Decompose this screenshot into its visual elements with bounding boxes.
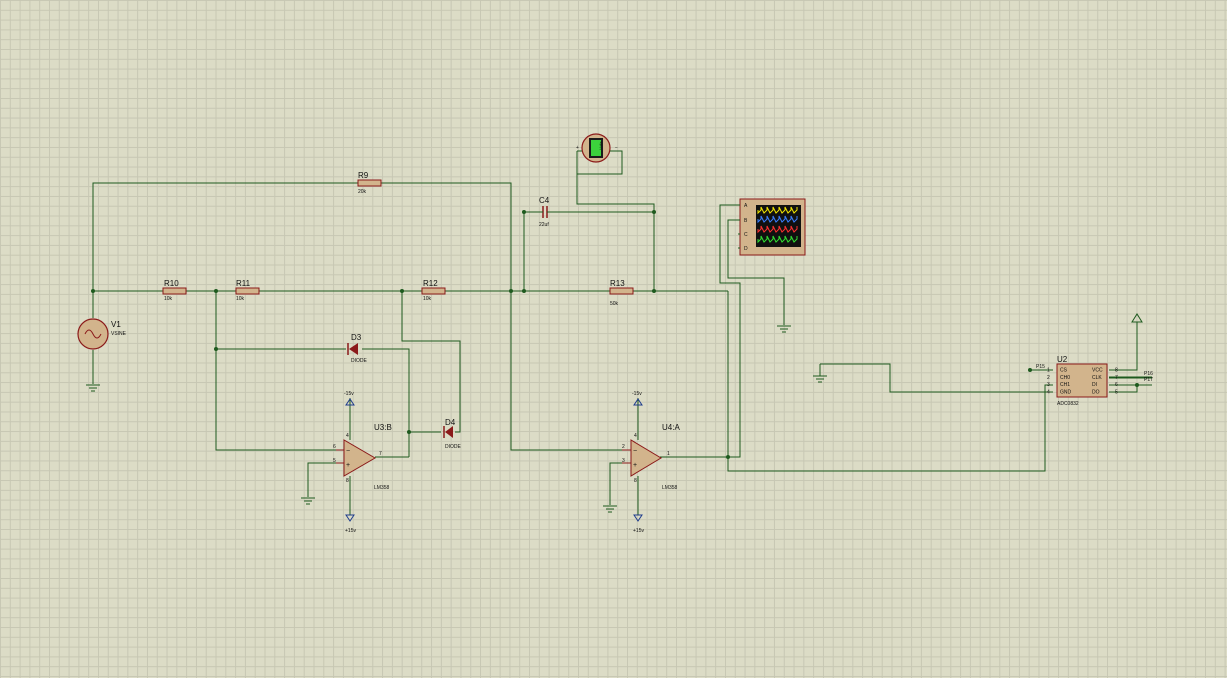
u3-pos-supply: +15v: [345, 528, 356, 534]
adc-pin-number: 6: [1115, 382, 1118, 388]
adc-pin-number: 1: [1047, 368, 1050, 374]
ground-icon: [777, 325, 791, 333]
net-label-p15: P15: [1036, 364, 1045, 370]
u3-plus: +: [346, 462, 350, 469]
d4-ref: D4: [445, 418, 456, 427]
capacitor-c4[interactable]: C4 22uf: [538, 196, 550, 228]
u4-neg-supply: -15v: [632, 391, 642, 397]
u4-pin: 2: [622, 444, 625, 450]
c4-value: 22uf: [539, 222, 549, 228]
r12-value: 10k: [423, 296, 432, 302]
u4-pin: 3: [622, 458, 625, 464]
resistor-r10[interactable]: R10 10k: [162, 279, 187, 302]
adc-pin-name: CH0: [1060, 375, 1070, 381]
v1-value: VSINE: [111, 331, 127, 337]
adc-pin-name: VCC: [1092, 368, 1103, 374]
r10-ref: R10: [164, 279, 179, 288]
r13-ref: R13: [610, 279, 625, 288]
r13-value: 50k: [610, 301, 619, 307]
d3-value: DIODE: [351, 358, 368, 364]
u4-pin: 1: [667, 451, 670, 457]
ground-symbols: [86, 325, 827, 513]
c4-ref: C4: [539, 196, 550, 205]
u4-ref: U4:A: [662, 423, 680, 432]
scope-channel-d: D: [744, 246, 748, 252]
adc-pin-name: DO: [1092, 389, 1100, 395]
ground-icon: [86, 384, 100, 392]
u3-minus: −: [346, 448, 350, 455]
meter-terminal-plus: +: [576, 145, 579, 151]
resistor-r13[interactable]: R13 50k: [609, 279, 634, 307]
u3-value: LM358: [374, 485, 390, 491]
resistor-r11[interactable]: R11 10k: [235, 279, 260, 302]
meter-terminal-minus: −: [615, 145, 618, 151]
u4-pin: 8: [634, 478, 637, 484]
u3-pin: 4: [346, 433, 349, 439]
adc-pin-name: CLK: [1092, 375, 1102, 381]
r11-value: 10k: [236, 296, 245, 302]
adc-pin-name: CS: [1060, 368, 1068, 374]
u3-neg-supply: -15v: [344, 391, 354, 397]
adc-u2[interactable]: U2 ADC0832 1 CS 2 CH0 3 CH1 4 GND VCC 8 CLK 7 DI 6 DO…: [1036, 355, 1153, 407]
adc-pin-number: 8: [1115, 368, 1118, 374]
junctions: [91, 210, 1139, 459]
meter-label: Volts: [598, 141, 603, 150]
oscilloscope[interactable]: A B C D: [738, 198, 806, 256]
u4-value: LM358: [662, 485, 678, 491]
scope-channel-c: C: [744, 232, 748, 238]
net-label-p17: P17: [1144, 377, 1153, 383]
ground-icon: [301, 497, 315, 505]
power-terminals: -15v +15v -15v +15v: [344, 313, 1143, 534]
adc-pin-name: GND: [1060, 389, 1072, 395]
u4-pin: 4: [634, 433, 637, 439]
adc-pin-number: 2: [1047, 375, 1050, 381]
adc-pin-number: 4: [1047, 389, 1050, 395]
diode-d4[interactable]: D4 DIODE: [443, 418, 462, 450]
u4-pos-supply: +15v: [633, 528, 644, 534]
adc-pin-number: 3: [1047, 382, 1050, 388]
u3-pin: 7: [379, 451, 382, 457]
v1-ref: V1: [111, 320, 121, 329]
adc-pin-number: 7: [1115, 375, 1118, 381]
ground-icon: [603, 505, 617, 513]
u3-pin: 6: [333, 444, 336, 450]
adc-pin-name: CH1: [1060, 382, 1070, 388]
u3-pin: 5: [333, 458, 336, 464]
d3-ref: D3: [351, 333, 362, 342]
adc-pin-number: 5: [1115, 389, 1118, 395]
u2-value: ADC0832: [1057, 401, 1079, 407]
u3-pin: 8: [346, 478, 349, 484]
ground-icon: [813, 375, 827, 383]
u4-plus: +: [633, 462, 637, 469]
d4-value: DIODE: [445, 444, 462, 450]
u3-ref: U3:B: [374, 423, 392, 432]
adc-pin-name: DI: [1092, 382, 1097, 388]
r9-ref: R9: [358, 171, 369, 180]
r10-value: 10k: [164, 296, 173, 302]
voltmeter[interactable]: Volts + −: [576, 133, 618, 163]
r12-ref: R12: [423, 279, 438, 288]
sine-source-v1[interactable]: V1 VSINE: [77, 318, 127, 350]
r11-ref: R11: [236, 279, 251, 288]
u4-minus: −: [633, 448, 637, 455]
u2-ref: U2: [1057, 355, 1068, 364]
resistor-r12[interactable]: R12 10k: [421, 279, 446, 302]
schematic-canvas[interactable]: R9 20k R10 10k R11 10k R12 10k R13 50k C…: [0, 0, 1227, 678]
r9-value: 20k: [358, 189, 367, 195]
resistor-r9[interactable]: R9 20k: [357, 171, 382, 195]
